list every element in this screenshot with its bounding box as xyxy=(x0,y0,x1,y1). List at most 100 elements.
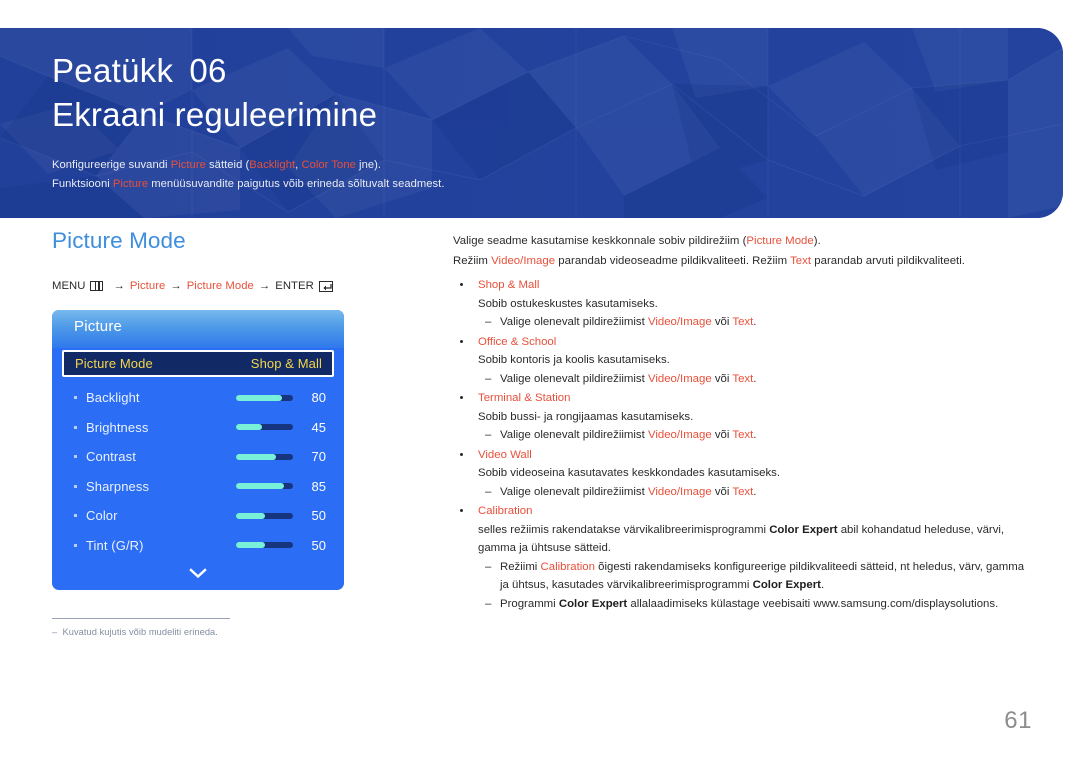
osd-row[interactable]: Sharpness 85 xyxy=(52,472,344,502)
chapter-banner: Peatükk 06 Ekraani reguleerimine Konfigur… xyxy=(0,28,1063,218)
intro-paragraph-1: Valige seadme kasutamise keskkonnale sob… xyxy=(453,232,1033,252)
text-fragment: Valige olenevalt pildirežiimist xyxy=(500,316,648,328)
menu-bars-icon xyxy=(90,281,104,291)
enter-return-icon xyxy=(318,280,333,292)
text-fragment: või xyxy=(711,485,733,498)
osd-selected-label: Picture Mode xyxy=(75,356,153,371)
list-item: Video Wall Sobib videoseina kasutavates k… xyxy=(453,446,1033,502)
highlight-text: Text xyxy=(732,316,754,328)
highlight-calibration: Calibration xyxy=(540,560,595,573)
chapter-heading: Peatükk 06 xyxy=(52,49,1063,93)
text-fragment: Konfigureerige suvandi xyxy=(52,159,171,171)
text-fragment: või xyxy=(711,429,733,441)
osd-row[interactable]: Color 50 xyxy=(52,501,344,531)
osd-row-value: 85 xyxy=(311,478,326,494)
osd-row[interactable]: Contrast 70 xyxy=(52,442,344,472)
osd-slider[interactable] xyxy=(236,483,293,490)
text-fragment: parandab arvuti pildikvaliteeti. xyxy=(811,254,965,267)
osd-row-label: Brightness xyxy=(86,419,149,435)
osd-scroll-down[interactable] xyxy=(52,560,344,586)
osd-body: Picture Mode Shop & Mall Backlight 80 Brig… xyxy=(52,350,344,590)
osd-row-value: 70 xyxy=(311,449,326,465)
text-fragment: . xyxy=(753,372,757,385)
highlight-text: Text xyxy=(732,429,754,441)
osd-row-label: Sharpness xyxy=(86,478,150,494)
intro-paragraph-2: Režiim Video/Image parandab videoseadme … xyxy=(453,252,1033,272)
osd-row-label: Backlight xyxy=(86,390,140,406)
list-item-body: Sobib ostukeskustes kasutamiseks. xyxy=(478,297,658,310)
list-item-title: Office & School xyxy=(453,333,1033,352)
arrow-icon: → xyxy=(113,280,125,292)
bullet-dot-icon xyxy=(74,396,77,400)
text-fragment: Valige olenevalt pildirežiimist xyxy=(500,372,648,385)
osd-row-label: Tint (G/R) xyxy=(86,537,144,553)
menu-path-breadcrumb: MENU → Picture → Picture Mode → ENTER xyxy=(52,280,422,292)
highlight-text: Text xyxy=(732,372,754,385)
highlight-video-image: Video/Image xyxy=(647,485,712,498)
bullet-dot-icon xyxy=(74,455,77,459)
list-item-title: Shop & Mall xyxy=(453,276,1033,295)
text-fragment: ). xyxy=(813,235,821,247)
text-fragment: või xyxy=(711,372,733,385)
text-fragment: . xyxy=(753,429,757,441)
osd-row[interactable]: Backlight 80 xyxy=(52,383,344,413)
osd-slider[interactable] xyxy=(236,424,293,431)
highlight-video-image: Video/Image xyxy=(647,429,712,441)
highlight-picture-mode: Picture Mode xyxy=(746,235,814,247)
list-item-note-2: Programmi Color Expert allalaadimiseks k… xyxy=(453,595,1033,614)
osd-row-value: 80 xyxy=(311,390,326,406)
text-fragment: . xyxy=(820,579,825,591)
footnote-dash: – xyxy=(52,627,58,637)
page-number: 61 xyxy=(1004,707,1032,734)
text-fragment: . xyxy=(753,485,757,498)
osd-row[interactable]: Brightness 45 xyxy=(52,413,344,443)
osd-header-title: Picture xyxy=(74,318,123,335)
menu-label: MENU xyxy=(52,280,86,292)
highlight-video-image: Video/Image xyxy=(491,254,556,267)
highlight-backlight: Backlight xyxy=(249,159,296,171)
osd-row[interactable]: Tint (G/R) 50 xyxy=(52,531,344,561)
osd-slider[interactable] xyxy=(236,453,293,460)
footnote-divider xyxy=(52,618,230,619)
chapter-label: Peatükk xyxy=(52,52,174,89)
highlight-color-expert: Color Expert xyxy=(769,523,838,536)
banner-content: Peatükk 06 Ekraani reguleerimine Konfigur… xyxy=(0,28,1063,193)
text-fragment: Režiim xyxy=(453,254,492,267)
bullet-dot-icon xyxy=(74,514,77,518)
list-item-note: Valige olenevalt pildirežiimist Video/Im… xyxy=(453,370,1033,389)
text-fragment: Programmi xyxy=(500,597,559,610)
list-item-body: Sobib kontoris ja koolis kasutamiseks. xyxy=(478,354,670,366)
highlight-color-expert: Color Expert xyxy=(752,579,821,591)
bullet-dot-icon xyxy=(74,425,77,429)
highlight-text: Text xyxy=(790,254,812,267)
arrow-icon: → xyxy=(258,280,271,292)
osd-slider[interactable] xyxy=(236,512,293,519)
osd-slider[interactable] xyxy=(236,394,293,401)
highlight-color-expert: Color Expert xyxy=(558,597,628,610)
list-item-body: Sobib bussi- ja rongijaamas kasutamiseks… xyxy=(478,410,694,423)
bullet-dot-icon xyxy=(74,484,77,488)
text-fragment: Režiimi xyxy=(500,560,541,573)
osd-picture-menu[interactable]: Picture Picture Mode Shop & Mall Backlig… xyxy=(52,310,344,590)
banner-description-line-2: Funktsiooni Picture menüüsuvandite paigu… xyxy=(52,175,1063,194)
text-fragment: allalaadimiseks külastage veebisaiti www… xyxy=(627,597,999,610)
menu-step-picture-mode[interactable]: Picture Mode xyxy=(187,280,254,292)
highlight-color-tone: Color Tone xyxy=(301,159,356,171)
banner-description-line-1: Konfigureerige suvandi Picture sätteid (… xyxy=(52,156,1063,175)
list-item-note: Valige olenevalt pildirežiimist Video/Im… xyxy=(453,426,1033,445)
list-item-title: Video Wall xyxy=(453,446,1033,465)
menu-step-picture[interactable]: Picture xyxy=(130,280,166,292)
osd-row-picture-mode-selected[interactable]: Picture Mode Shop & Mall xyxy=(62,350,334,377)
chapter-number: 06 xyxy=(189,52,227,89)
highlight-text: Text xyxy=(732,485,754,498)
footnote-text: – Kuvatud kujutis võib mudeliti erineda. xyxy=(52,627,232,637)
highlight-picture: Picture xyxy=(112,177,149,190)
text-fragment: Valige seadme kasutamise keskkonnale sob… xyxy=(453,235,747,247)
osd-rows-container: Backlight 80 Brightness 45 Contrast 70 Sharpne… xyxy=(52,383,344,560)
osd-slider[interactable] xyxy=(236,542,293,549)
list-item-note: Valige olenevalt pildirežiimist Video/Im… xyxy=(453,313,1033,332)
list-item: Terminal & Station Sobib bussi- ja rongij… xyxy=(453,389,1033,445)
right-column: Valige seadme kasutamise keskkonnale sob… xyxy=(453,232,1033,614)
highlight-video-image: Video/Image xyxy=(647,316,712,328)
footnote: – Kuvatud kujutis võib mudeliti erineda. xyxy=(52,618,232,637)
